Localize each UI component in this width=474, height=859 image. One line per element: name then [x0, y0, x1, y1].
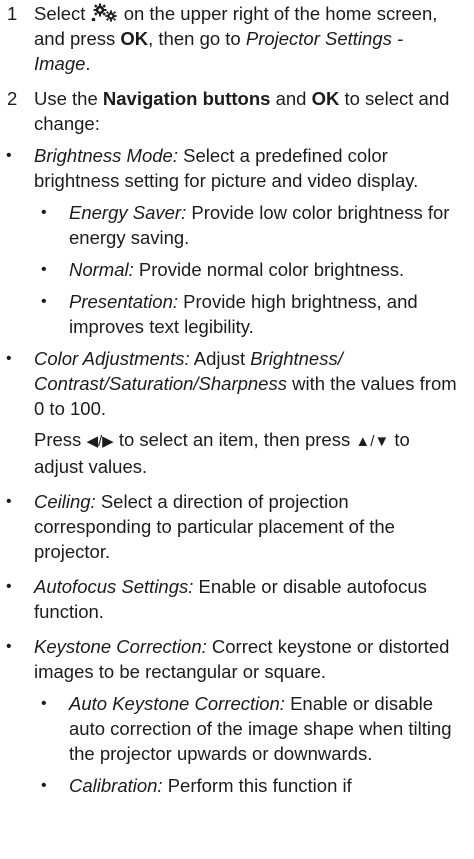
navigation-buttons-label: Navigation buttons: [102, 88, 271, 109]
option-term: Normal:: [69, 259, 134, 280]
option-term: Auto Keystone Correction:: [69, 693, 285, 714]
bullet-icon: •: [41, 695, 47, 712]
step-text: and: [275, 88, 307, 109]
color-adjust-instructions: Press ◀/▶ to select an item, then press …: [0, 427, 474, 479]
bullet-ceiling: • Ceiling: Select a direction of project…: [0, 489, 474, 564]
bullet-keystone-correction: • Keystone Correction: Correct keystone …: [0, 634, 474, 684]
sub-bullet-energy-saver: • Energy Saver: Provide low color bright…: [0, 200, 474, 250]
bullet-icon: •: [41, 204, 47, 221]
step-text: , then go to: [148, 28, 241, 49]
setting-term: Keystone Correction:: [34, 636, 207, 657]
option-term: Energy Saver:: [69, 202, 187, 223]
manual-page: 1 Select on the upper right of the home …: [0, 0, 474, 859]
step-number: 2: [7, 88, 18, 109]
bullet-icon: •: [6, 493, 12, 510]
sub-bullet-presentation: • Presentation: Provide high brightness,…: [0, 289, 474, 339]
settings-gears-icon: [91, 3, 119, 23]
setting-term: Autofocus Settings:: [34, 576, 194, 597]
sub-bullet-normal: • Normal: Provide normal color brightnes…: [0, 257, 474, 282]
bullet-icon: •: [41, 261, 47, 278]
setting-description: Adjust: [193, 348, 246, 369]
step-text: Select: [34, 3, 86, 24]
up-down-arrows-icon: ▲/▼: [355, 433, 390, 450]
left-right-arrows-icon: ◀/▶: [86, 433, 114, 450]
sub-bullet-auto-keystone: • Auto Keystone Correction: Enable or di…: [0, 691, 474, 766]
ok-key-label: OK: [120, 28, 149, 49]
option-description: Provide normal color brightness.: [138, 259, 405, 280]
bullet-icon: •: [6, 578, 12, 595]
option-term: Calibration:: [69, 775, 163, 796]
bullet-icon: •: [6, 350, 12, 367]
setting-term: Ceiling:: [34, 491, 96, 512]
bullet-brightness-mode: • Brightness Mode: Select a predefined c…: [0, 143, 474, 193]
setting-term: Brightness Mode:: [34, 145, 178, 166]
bullet-icon: •: [6, 638, 12, 655]
setting-term: Color Adjustments:: [34, 348, 190, 369]
step-number: 1: [7, 3, 18, 24]
bullet-icon: •: [6, 147, 12, 164]
bullet-autofocus-settings: • Autofocus Settings: Enable or disable …: [0, 574, 474, 624]
bullet-icon: •: [41, 293, 47, 310]
option-term: Presentation:: [69, 291, 179, 312]
step-text: .: [85, 53, 91, 74]
step-2: 2 Use the Navigation buttons and OK to s…: [0, 86, 474, 136]
bullet-color-adjustments: • Color Adjustments: Adjust Brightness/ …: [0, 346, 474, 421]
step-1: 1 Select on the upper right of the home …: [0, 1, 474, 76]
bullet-icon: •: [41, 777, 47, 794]
instruction-text: Press: [34, 429, 82, 450]
step-text: Use the: [34, 88, 98, 109]
ok-key-label: OK: [311, 88, 340, 109]
option-description: Perform this function if: [167, 775, 352, 796]
instruction-text: to select an item, then press: [118, 429, 351, 450]
sub-bullet-calibration: • Calibration: Perform this function if: [0, 773, 474, 798]
